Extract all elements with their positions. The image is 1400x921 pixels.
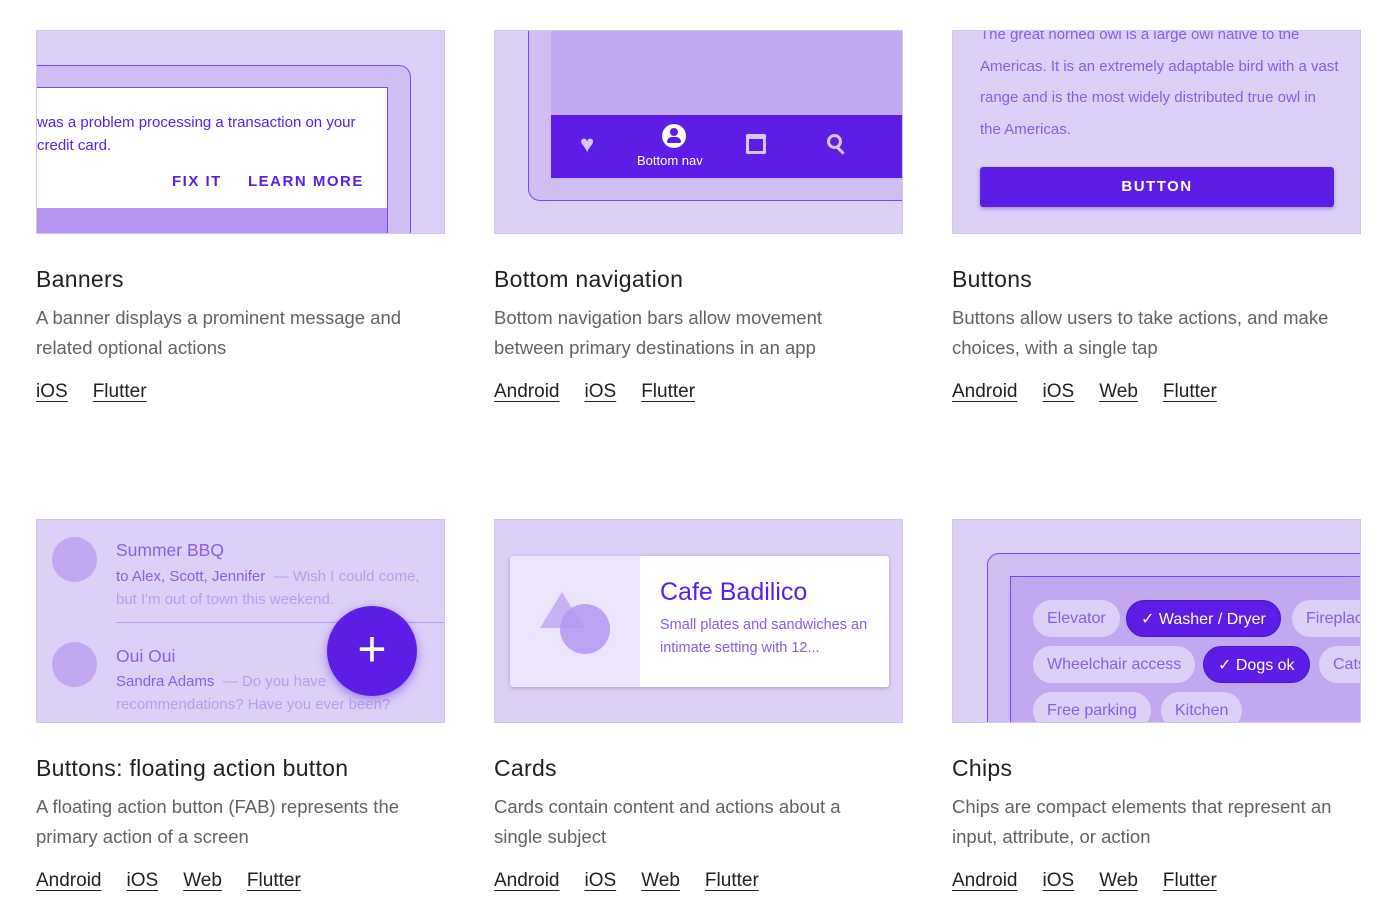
card-bottom-navigation: ♥ Bottom nav Bottom navigation Bottom na… (494, 30, 903, 403)
bottom-nav-label: Bottom nav (637, 153, 703, 168)
avatar (52, 642, 97, 687)
card-title: Buttons: floating action button (36, 755, 349, 781)
calendar-icon[interactable] (746, 134, 766, 154)
link-android[interactable]: Android (494, 870, 560, 892)
link-ios[interactable]: iOS (127, 870, 159, 892)
link-web[interactable]: Web (1099, 870, 1138, 892)
bottom-navigation-preview[interactable]: ♥ Bottom nav (494, 30, 903, 234)
link-web[interactable]: Web (1099, 381, 1138, 403)
card-description: Chips are compact elements that represen… (952, 796, 1332, 847)
card-description: Buttons allow users to take actions, and… (952, 307, 1329, 358)
fix-it-button[interactable]: FIX IT (172, 173, 222, 190)
chip-fireplace[interactable]: Fireplace (1292, 600, 1360, 637)
link-android[interactable]: Android (952, 870, 1018, 892)
link-flutter[interactable]: Flutter (1163, 381, 1217, 403)
card-preview-text: Small plates and sandwiches an intimate … (660, 617, 868, 656)
link-flutter[interactable]: Flutter (93, 381, 147, 403)
card-chips: Elevator ✓ Washer / Dryer Fireplace Whee… (952, 519, 1361, 892)
check-icon: ✓ (1218, 657, 1236, 674)
link-ios[interactable]: iOS (1043, 381, 1075, 403)
card-title: Cards (494, 755, 557, 781)
card-buttons: The great horned owl is a large owl nati… (952, 30, 1361, 403)
link-ios[interactable]: iOS (585, 870, 617, 892)
fab-preview[interactable]: Summer BBQ to Alex, Scott, Jennifer — Wi… (36, 519, 445, 723)
list-item-title: Summer BBQ (116, 540, 224, 560)
chip-label: Washer / Dryer (1158, 611, 1266, 628)
card-title: Bottom navigation (494, 266, 684, 292)
card-title: Banners (36, 266, 124, 292)
link-android[interactable]: Android (952, 381, 1018, 403)
chip-elevator[interactable]: Elevator (1033, 600, 1120, 637)
link-ios[interactable]: iOS (36, 381, 68, 403)
card-description: Cards contain content and actions about … (494, 796, 841, 847)
chip-label: Dogs ok (1235, 657, 1295, 674)
link-ios[interactable]: iOS (585, 381, 617, 403)
account-icon[interactable] (662, 124, 686, 148)
learn-more-button[interactable]: LEARN MORE (248, 173, 364, 190)
list-item-from: to Alex, Scott, Jennifer (116, 568, 266, 585)
link-android[interactable]: Android (36, 870, 102, 892)
buttons-preview[interactable]: The great horned owl is a large owl nati… (952, 30, 1361, 234)
sample-button[interactable]: BUTTON (980, 167, 1334, 207)
chip-cats-ok[interactable]: Cats ok (1319, 646, 1360, 683)
card-preview-title: Cafe Badilico (660, 578, 808, 606)
link-web[interactable]: Web (641, 870, 680, 892)
sample-card[interactable]: Cafe Badilico Small plates and sandwiche… (510, 556, 889, 687)
chip-dogs-ok[interactable]: ✓ Dogs ok (1203, 646, 1310, 683)
card-fab: Summer BBQ to Alex, Scott, Jennifer — Wi… (36, 519, 445, 892)
list-item-from: Sandra Adams (116, 673, 215, 690)
link-android[interactable]: Android (494, 381, 560, 403)
banner-message: was a problem processing a transaction o… (37, 114, 356, 154)
card-cards: Cafe Badilico Small plates and sandwiche… (494, 519, 903, 892)
card-title: Chips (952, 755, 1013, 781)
chip-free-parking[interactable]: Free parking (1033, 692, 1151, 722)
chips-preview[interactable]: Elevator ✓ Washer / Dryer Fireplace Whee… (952, 519, 1361, 723)
owl-text: The great horned owl is a large owl nati… (980, 30, 1339, 138)
card-banners: was a problem processing a transaction o… (36, 30, 445, 403)
heart-icon[interactable]: ♥ (580, 131, 594, 159)
list-item-title: Oui Oui (116, 646, 176, 666)
link-flutter[interactable]: Flutter (1163, 870, 1217, 892)
chip-kitchen[interactable]: Kitchen (1161, 692, 1243, 722)
link-ios[interactable]: iOS (1043, 870, 1075, 892)
link-flutter[interactable]: Flutter (705, 870, 759, 892)
chip-wheelchair-access[interactable]: Wheelchair access (1033, 646, 1196, 683)
card-description: A banner displays a prominent message an… (36, 307, 402, 358)
link-flutter[interactable]: Flutter (247, 870, 301, 892)
card-title: Buttons (952, 266, 1033, 292)
avatar (52, 537, 97, 582)
banners-preview[interactable]: was a problem processing a transaction o… (36, 30, 445, 234)
check-icon: ✓ (1141, 611, 1159, 628)
card-description: Bottom navigation bars allow movement be… (494, 307, 823, 358)
cards-preview[interactable]: Cafe Badilico Small plates and sandwiche… (494, 519, 903, 723)
link-flutter[interactable]: Flutter (641, 381, 695, 403)
link-web[interactable]: Web (183, 870, 222, 892)
card-description: A floating action button (FAB) represent… (36, 796, 400, 847)
fab-add-button[interactable]: + (327, 606, 417, 696)
chip-washer-dryer[interactable]: ✓ Washer / Dryer (1126, 600, 1281, 637)
